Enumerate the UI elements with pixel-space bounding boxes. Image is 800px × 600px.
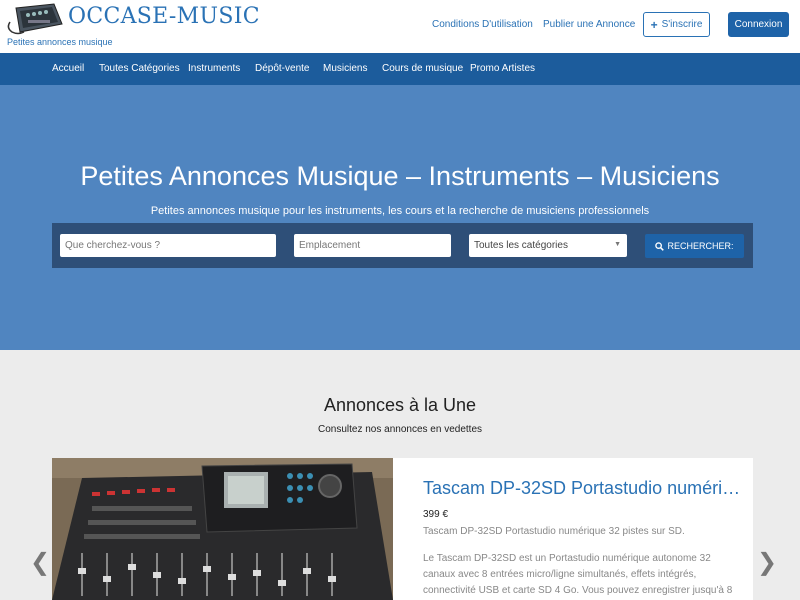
search-icon (655, 241, 665, 251)
location-input[interactable] (299, 240, 451, 251)
mixer-logo-icon[interactable] (6, 2, 64, 36)
plus-icon: + (650, 17, 658, 32)
hero-title: Petites Annonces Musique – Instruments –… (80, 161, 720, 191)
search-query-field[interactable] (60, 234, 276, 257)
nav-item-consignment[interactable]: Dépôt-vente (255, 63, 309, 74)
featured-card-description: Le Tascam DP-32SD est un Portastudio num… (423, 553, 733, 596)
featured-subtitle: Consultez nos annonces en vedettes (318, 424, 482, 435)
featured-card[interactable]: Tascam DP-32SD Portastudio numérique 32 … (52, 458, 753, 600)
terms-link[interactable]: Conditions D'utilisation (432, 19, 533, 30)
nav-item-instruments[interactable]: Instruments (188, 63, 240, 74)
nav-item-artist-promo[interactable]: Promo Artistes (470, 63, 535, 74)
nav-item-home[interactable]: Accueil (52, 63, 84, 74)
carousel-prev-icon[interactable]: ❮ (30, 548, 50, 577)
search-bar: Toutes les catégories ▼ RECHERCHER: (52, 223, 753, 268)
login-button[interactable]: Connexion (728, 12, 789, 37)
caret-down-icon: ▼ (614, 241, 621, 248)
hero-subtitle: Petites annonces musique pour les instru… (150, 205, 650, 217)
nav-item-musicians[interactable]: Musiciens (323, 63, 367, 74)
search-button[interactable]: RECHERCHER: (645, 234, 744, 258)
featured-card-price: 399 € (423, 509, 449, 520)
carousel-next-icon[interactable]: ❯ (757, 548, 777, 577)
signup-label: S'inscrire (661, 19, 703, 30)
mixer-photo-icon (52, 458, 393, 600)
category-select[interactable]: Toutes les catégories ▼ (469, 234, 627, 257)
signup-button[interactable]: + S'inscrire (643, 12, 710, 37)
site-logo-title[interactable]: OCCASE-MUSIC (68, 4, 260, 29)
location-field[interactable] (294, 234, 451, 257)
featured-title: Annonces à la Une (323, 395, 477, 415)
search-input[interactable] (65, 240, 276, 251)
search-button-label: RECHERCHER: (667, 241, 734, 251)
site-tagline: Petites annonces musique (7, 37, 113, 47)
main-nav: Accueil Toutes Catégories Instruments Dé… (0, 53, 800, 85)
featured-card-title[interactable]: Tascam DP-32SD Portastudio numérique 32 … (423, 478, 745, 499)
featured-card-summary: Tascam DP-32SD Portastudio numérique 32 … (423, 526, 685, 537)
category-select-value: Toutes les catégories (474, 240, 568, 251)
nav-item-music-lessons[interactable]: Cours de musique (382, 63, 463, 74)
nav-item-all-categories[interactable]: Toutes Catégories (99, 63, 180, 74)
site-header: OCCASE-MUSIC Petites annonces musique Co… (0, 0, 800, 53)
hero-section: Petites Annonces Musique – Instruments –… (0, 85, 800, 350)
post-ad-link[interactable]: Publier une Annonce (543, 19, 635, 30)
featured-card-image[interactable] (52, 458, 393, 600)
